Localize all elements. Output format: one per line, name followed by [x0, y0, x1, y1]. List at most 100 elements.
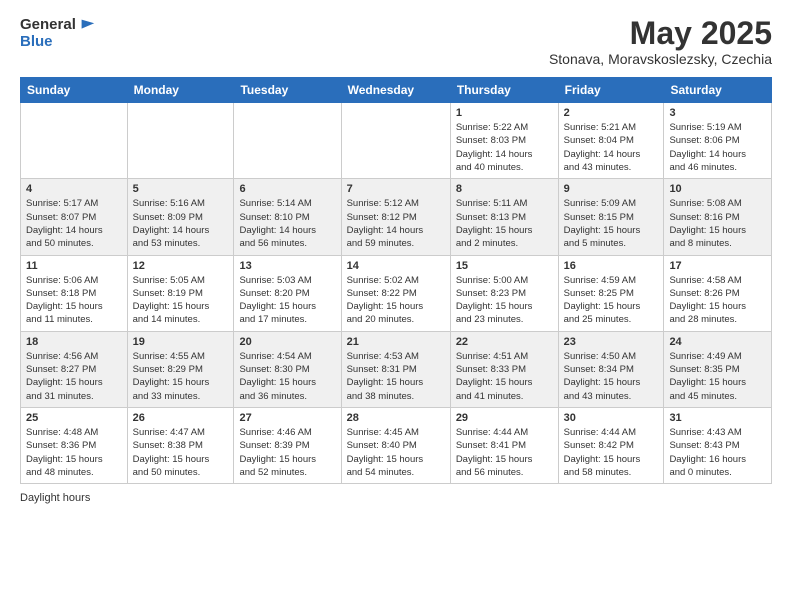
title-block: May 2025 Stonava, Moravskoslezsky, Czech… [549, 16, 772, 67]
day-number: 22 [456, 336, 553, 348]
day-info: Sunrise: 4:44 AM Sunset: 8:41 PM Dayligh… [456, 426, 553, 479]
calendar-cell: 29 Sunrise: 4:44 AM Sunset: 8:41 PM Dayli… [450, 407, 558, 483]
calendar-cell: 5 Sunrise: 5:16 AM Sunset: 8:09 PM Daylig… [127, 179, 234, 255]
calendar-cell: 15 Sunrise: 5:00 AM Sunset: 8:23 PM Dayli… [450, 255, 558, 331]
col-header-tuesday: Tuesday [234, 78, 341, 103]
calendar-cell: 26Sunrise: 4:47 AM Sunset: 8:38 PM Dayli… [127, 407, 234, 483]
calendar-cell: 6 Sunrise: 5:14 AM Sunset: 8:10 PM Daylig… [234, 179, 341, 255]
day-number: 1 [456, 107, 553, 119]
calendar-cell: 14 Sunrise: 5:02 AM Sunset: 8:22 PM Dayli… [341, 255, 450, 331]
day-info: Sunrise: 5:08 AM Sunset: 8:16 PM Dayligh… [669, 197, 766, 250]
day-number: 20 [239, 336, 335, 348]
day-info: Sunrise: 4:53 AM Sunset: 8:31 PM Dayligh… [347, 350, 445, 403]
calendar-week-row: 4Sunrise: 5:17 AM Sunset: 8:07 PM Daylig… [21, 179, 772, 255]
calendar-cell: 8 Sunrise: 5:11 AM Sunset: 8:13 PM Daylig… [450, 179, 558, 255]
calendar-cell: 25 Sunrise: 4:48 AM Sunset: 8:36 PM Dayli… [21, 407, 128, 483]
calendar-cell: 12 Sunrise: 5:05 AM Sunset: 8:19 PM Dayli… [127, 255, 234, 331]
calendar-cell: 7Sunrise: 5:12 AM Sunset: 8:12 PM Daylig… [341, 179, 450, 255]
col-header-thursday: Thursday [450, 78, 558, 103]
day-number: 11 [26, 260, 122, 272]
day-number: 5 [133, 183, 229, 195]
day-number: 14 [347, 260, 445, 272]
day-info: Sunrise: 4:44 AM Sunset: 8:42 PM Dayligh… [564, 426, 659, 479]
calendar-cell: 24 Sunrise: 4:49 AM Sunset: 8:35 PM Dayli… [664, 331, 772, 407]
calendar-cell: 19 Sunrise: 4:55 AM Sunset: 8:29 PM Dayli… [127, 331, 234, 407]
calendar-cell: 17Sunrise: 4:58 AM Sunset: 8:26 PM Dayli… [664, 255, 772, 331]
day-number: 18 [26, 336, 122, 348]
day-number: 23 [564, 336, 659, 348]
day-info: Sunrise: 5:02 AM Sunset: 8:22 PM Dayligh… [347, 274, 445, 327]
day-number: 4 [26, 183, 122, 195]
calendar-cell: 10Sunrise: 5:08 AM Sunset: 8:16 PM Dayli… [664, 179, 772, 255]
calendar-cell [234, 103, 341, 179]
day-number: 15 [456, 260, 553, 272]
calendar-cell [341, 103, 450, 179]
calendar-header-row: SundayMondayTuesdayWednesdayThursdayFrid… [21, 78, 772, 103]
day-info: Sunrise: 4:58 AM Sunset: 8:26 PM Dayligh… [669, 274, 766, 327]
day-info: Sunrise: 5:14 AM Sunset: 8:10 PM Dayligh… [239, 197, 335, 250]
day-number: 3 [669, 107, 766, 119]
day-info: Sunrise: 5:12 AM Sunset: 8:12 PM Dayligh… [347, 197, 445, 250]
calendar-cell: 20 Sunrise: 4:54 AM Sunset: 8:30 PM Dayli… [234, 331, 341, 407]
calendar-cell: 2 Sunrise: 5:21 AM Sunset: 8:04 PM Daylig… [558, 103, 664, 179]
col-header-friday: Friday [558, 78, 664, 103]
calendar-cell: 18Sunrise: 4:56 AM Sunset: 8:27 PM Dayli… [21, 331, 128, 407]
day-number: 2 [564, 107, 659, 119]
day-info: Sunrise: 5:09 AM Sunset: 8:15 PM Dayligh… [564, 197, 659, 250]
calendar-cell: 13Sunrise: 5:03 AM Sunset: 8:20 PM Dayli… [234, 255, 341, 331]
calendar-cell: 30 Sunrise: 4:44 AM Sunset: 8:42 PM Dayli… [558, 407, 664, 483]
day-info: Sunrise: 4:54 AM Sunset: 8:30 PM Dayligh… [239, 350, 335, 403]
day-number: 29 [456, 412, 553, 424]
day-number: 24 [669, 336, 766, 348]
calendar-cell: 22Sunrise: 4:51 AM Sunset: 8:33 PM Dayli… [450, 331, 558, 407]
footer-note: Daylight hours [20, 492, 772, 504]
calendar-cell: 4Sunrise: 5:17 AM Sunset: 8:07 PM Daylig… [21, 179, 128, 255]
calendar-cell: 1 Sunrise: 5:22 AM Sunset: 8:03 PM Daylig… [450, 103, 558, 179]
day-info: Sunrise: 4:55 AM Sunset: 8:29 PM Dayligh… [133, 350, 229, 403]
day-number: 8 [456, 183, 553, 195]
col-header-wednesday: Wednesday [341, 78, 450, 103]
calendar-cell: 21 Sunrise: 4:53 AM Sunset: 8:31 PM Dayli… [341, 331, 450, 407]
day-info: Sunrise: 4:49 AM Sunset: 8:35 PM Dayligh… [669, 350, 766, 403]
day-info: Sunrise: 5:21 AM Sunset: 8:04 PM Dayligh… [564, 121, 659, 174]
calendar-cell: 16Sunrise: 4:59 AM Sunset: 8:25 PM Dayli… [558, 255, 664, 331]
day-info: Sunrise: 5:06 AM Sunset: 8:18 PM Dayligh… [26, 274, 122, 327]
day-info: Sunrise: 5:00 AM Sunset: 8:23 PM Dayligh… [456, 274, 553, 327]
day-info: Sunrise: 5:05 AM Sunset: 8:19 PM Dayligh… [133, 274, 229, 327]
day-number: 9 [564, 183, 659, 195]
day-number: 6 [239, 183, 335, 195]
page: General Blue May 2025 Stonava, Moravskos… [0, 0, 792, 612]
day-info: Sunrise: 4:46 AM Sunset: 8:39 PM Dayligh… [239, 426, 335, 479]
day-number: 12 [133, 260, 229, 272]
month-title: May 2025 [549, 16, 772, 51]
daylight-label: Daylight hours [20, 492, 90, 504]
calendar-table: SundayMondayTuesdayWednesdayThursdayFrid… [20, 77, 772, 484]
day-number: 30 [564, 412, 659, 424]
day-info: Sunrise: 4:50 AM Sunset: 8:34 PM Dayligh… [564, 350, 659, 403]
calendar-week-row: 18Sunrise: 4:56 AM Sunset: 8:27 PM Dayli… [21, 331, 772, 407]
col-header-saturday: Saturday [664, 78, 772, 103]
calendar-week-row: 11 Sunrise: 5:06 AM Sunset: 8:18 PM Dayli… [21, 255, 772, 331]
day-info: Sunrise: 5:11 AM Sunset: 8:13 PM Dayligh… [456, 197, 553, 250]
day-number: 27 [239, 412, 335, 424]
calendar-cell: 3 Sunrise: 5:19 AM Sunset: 8:06 PM Daylig… [664, 103, 772, 179]
day-number: 21 [347, 336, 445, 348]
day-info: Sunrise: 4:48 AM Sunset: 8:36 PM Dayligh… [26, 426, 122, 479]
day-number: 16 [564, 260, 659, 272]
day-info: Sunrise: 5:16 AM Sunset: 8:09 PM Dayligh… [133, 197, 229, 250]
calendar-cell [127, 103, 234, 179]
day-number: 19 [133, 336, 229, 348]
logo-general-text: General [20, 17, 76, 34]
logo: General Blue [20, 16, 96, 51]
calendar-cell: 27 Sunrise: 4:46 AM Sunset: 8:39 PM Dayli… [234, 407, 341, 483]
location: Stonava, Moravskoslezsky, Czechia [549, 51, 772, 67]
day-number: 28 [347, 412, 445, 424]
calendar-cell: 31Sunrise: 4:43 AM Sunset: 8:43 PM Dayli… [664, 407, 772, 483]
col-header-sunday: Sunday [21, 78, 128, 103]
day-info: Sunrise: 5:22 AM Sunset: 8:03 PM Dayligh… [456, 121, 553, 174]
day-number: 31 [669, 412, 766, 424]
col-header-monday: Monday [127, 78, 234, 103]
day-info: Sunrise: 5:03 AM Sunset: 8:20 PM Dayligh… [239, 274, 335, 327]
day-info: Sunrise: 5:19 AM Sunset: 8:06 PM Dayligh… [669, 121, 766, 174]
day-number: 25 [26, 412, 122, 424]
